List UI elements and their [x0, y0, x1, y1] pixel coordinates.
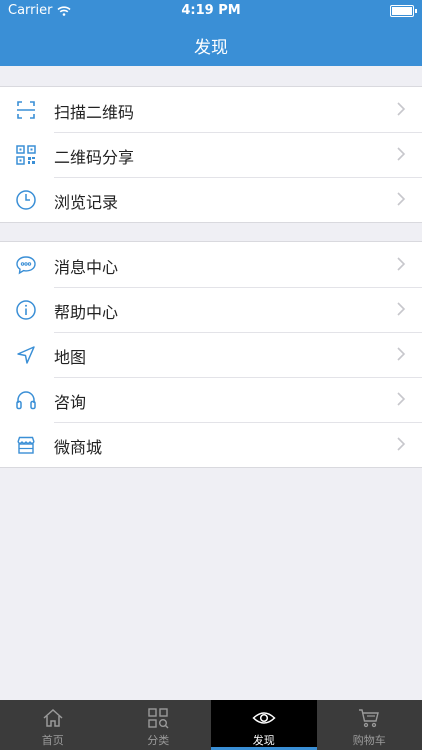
tab-discover[interactable]: 发现 [211, 700, 317, 750]
menu-item-label: 地图 [54, 348, 87, 367]
qr-code-icon [16, 145, 36, 165]
tab-cart[interactable]: 购物车 [317, 700, 422, 750]
tab-bar: 首页 分类 发现 购物车 [0, 700, 422, 750]
page-title: 发现 [194, 38, 228, 58]
menu-item-scan[interactable]: 扫描二维码 [0, 87, 422, 132]
menu-group-2: 消息中心 帮助中心 地图 咨询 微商城 [0, 241, 422, 468]
tab-label: 首页 [41, 734, 64, 747]
menu-group-1: 扫描二维码 二维码分享 浏览记录 [0, 86, 422, 223]
clock-icon [16, 190, 36, 210]
menu-item-label: 帮助中心 [54, 303, 119, 322]
chevron-right-icon [397, 102, 406, 116]
menu-item-label: 消息中心 [54, 258, 119, 277]
headphones-icon [16, 391, 36, 410]
header: Carrier 4:19 PM 发现 [0, 0, 422, 66]
status-bar: Carrier 4:19 PM [0, 0, 422, 22]
tab-home[interactable]: 首页 [0, 700, 106, 750]
chevron-right-icon [397, 437, 406, 451]
battery-icon [390, 5, 417, 17]
menu-item-label: 微商城 [54, 438, 103, 457]
home-icon [43, 708, 63, 727]
tab-category[interactable]: 分类 [106, 700, 212, 750]
chevron-right-icon [397, 192, 406, 206]
menu-item-consult[interactable]: 咨询 [0, 377, 422, 422]
menu-item-label: 咨询 [54, 393, 87, 412]
menu-item-messages[interactable]: 消息中心 [0, 242, 422, 287]
info-icon [16, 300, 36, 320]
menu-item-label: 二维码分享 [54, 148, 135, 167]
menu-item-label: 浏览记录 [54, 193, 119, 212]
eye-icon [252, 712, 276, 724]
chevron-right-icon [397, 347, 406, 361]
chevron-right-icon [397, 302, 406, 316]
menu-item-map[interactable]: 地图 [0, 332, 422, 377]
cart-icon [359, 709, 380, 728]
tab-label: 购物车 [352, 734, 386, 747]
location-arrow-icon [17, 346, 35, 364]
grid-search-icon [148, 708, 169, 729]
menu-item-micro-mall[interactable]: 微商城 [0, 422, 422, 467]
chevron-right-icon [397, 392, 406, 406]
message-icon [16, 256, 36, 275]
status-time: 4:19 PM [181, 3, 241, 18]
store-icon [17, 436, 35, 454]
menu-item-qr-share[interactable]: 二维码分享 [0, 132, 422, 177]
chevron-right-icon [397, 257, 406, 271]
chevron-right-icon [397, 147, 406, 161]
menu-item-label: 扫描二维码 [54, 103, 135, 122]
tab-label: 分类 [147, 734, 170, 747]
menu-item-help[interactable]: 帮助中心 [0, 287, 422, 332]
tab-label: 发现 [252, 734, 275, 747]
scan-icon [17, 101, 35, 119]
menu-item-history[interactable]: 浏览记录 [0, 177, 422, 222]
